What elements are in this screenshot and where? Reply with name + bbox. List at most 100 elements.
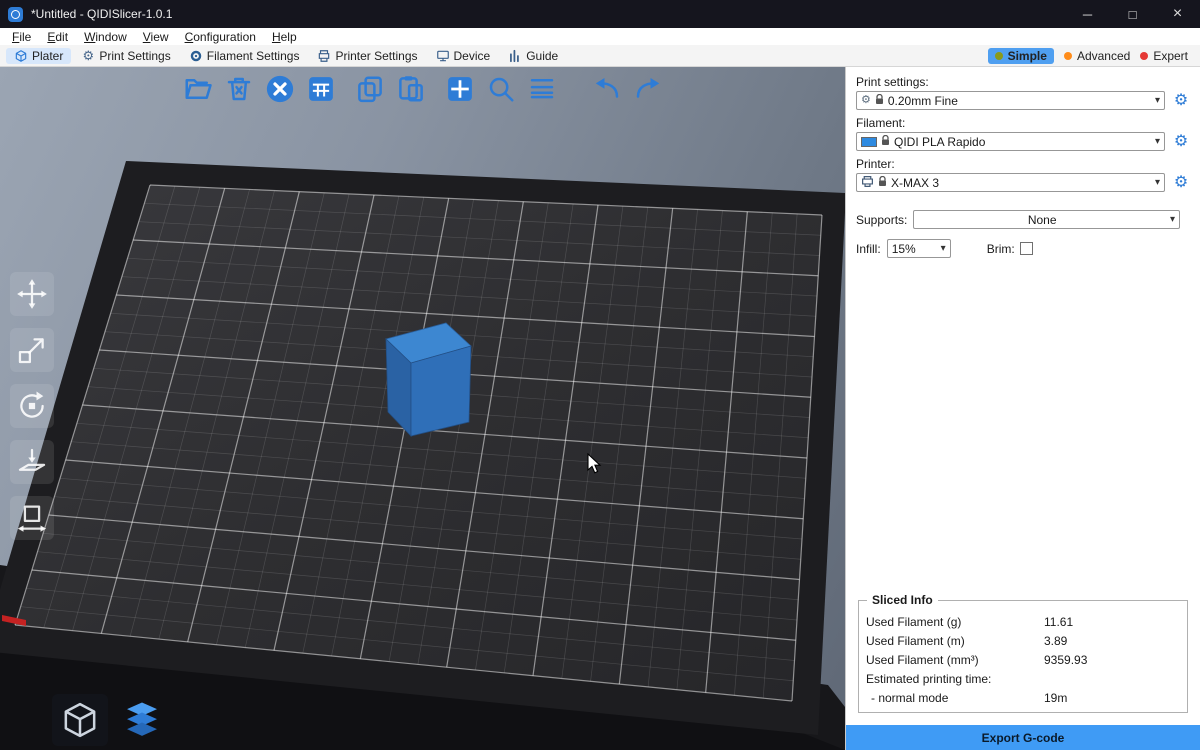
redo-button[interactable] xyxy=(632,73,664,105)
minimize-button[interactable]: ─ xyxy=(1065,0,1110,28)
tab-plater[interactable]: Plater xyxy=(6,48,71,64)
advanced-dot-icon xyxy=(1064,52,1072,60)
sliced-row: Used Filament (g) 11.61 xyxy=(866,612,1180,631)
menu-bar: File Edit Window View Configuration Help xyxy=(0,28,1200,45)
sliced-info-title: Sliced Info xyxy=(867,593,938,607)
scale-tool[interactable] xyxy=(10,328,54,372)
tab-print-settings[interactable]: ⚙ Print Settings xyxy=(73,48,178,64)
arrange-button[interactable] xyxy=(305,73,337,105)
search-button[interactable] xyxy=(485,73,517,105)
build-plate[interactable] xyxy=(0,67,845,750)
view-toggles xyxy=(52,694,170,746)
paste-button[interactable] xyxy=(395,73,427,105)
menu-window[interactable]: Window xyxy=(76,30,135,44)
plater-icon xyxy=(14,49,28,63)
chevron-down-icon: ▾ xyxy=(1170,214,1175,225)
mode-advanced-label: Advanced xyxy=(1077,49,1130,63)
printer-gear-button[interactable]: ⚙ xyxy=(1172,175,1190,191)
delete-all-button[interactable] xyxy=(264,73,296,105)
tab-device[interactable]: Device xyxy=(428,48,499,64)
undo-button[interactable] xyxy=(591,73,623,105)
print-settings-select[interactable]: ⚙ 0.20mm Fine ▾ xyxy=(856,91,1165,110)
3d-viewport[interactable] xyxy=(0,67,845,750)
guide-icon xyxy=(508,49,522,63)
sliced-row: Used Filament (m) 3.89 xyxy=(866,631,1180,650)
editor-view-toggle[interactable] xyxy=(52,694,108,746)
menu-edit[interactable]: Edit xyxy=(39,30,76,44)
printer-icon xyxy=(317,49,331,63)
expert-dot-icon xyxy=(1140,52,1148,60)
sliced-row: Used Filament (mm³) 9359.93 xyxy=(866,650,1180,669)
menu-view[interactable]: View xyxy=(135,30,177,44)
printer-select[interactable]: X-MAX 3 ▾ xyxy=(856,173,1165,192)
used-filament-mm3-label: Used Filament (mm³) xyxy=(866,653,1044,667)
app-logo-icon xyxy=(8,7,23,22)
tab-printer-settings[interactable]: Printer Settings xyxy=(309,48,425,64)
infill-select[interactable]: 15% ▾ xyxy=(887,239,951,258)
place-on-face-tool[interactable] xyxy=(10,440,54,484)
rotate-tool[interactable] xyxy=(10,384,54,428)
mode-expert[interactable]: Expert xyxy=(1140,49,1188,63)
tab-plater-label: Plater xyxy=(32,49,63,63)
used-filament-m-value: 3.89 xyxy=(1044,634,1067,648)
close-button[interactable]: × xyxy=(1155,0,1200,28)
window-title: *Untitled - QIDISlicer-1.0.1 xyxy=(31,7,172,21)
gizmo-toolbar xyxy=(10,272,54,540)
sliced-info-box: Sliced Info Used Filament (g) 11.61 Used… xyxy=(858,600,1188,713)
filament-value: QIDI PLA Rapido xyxy=(894,135,1151,149)
mouse-cursor xyxy=(587,453,603,475)
print-settings-icon: ⚙ xyxy=(81,49,95,63)
delete-button[interactable] xyxy=(223,73,255,105)
preset-gear-icon: ⚙ xyxy=(861,95,871,106)
lock-icon xyxy=(881,135,890,149)
tab-guide[interactable]: Guide xyxy=(500,48,566,64)
infill-value: 15% xyxy=(892,242,937,256)
print-settings-gear-button[interactable]: ⚙ xyxy=(1172,93,1190,109)
printer-label: Printer: xyxy=(856,157,1190,171)
sliced-row: - normal mode 19m xyxy=(866,688,1180,707)
menu-help[interactable]: Help xyxy=(264,30,305,44)
preview-view-toggle[interactable] xyxy=(114,694,170,746)
split-button[interactable] xyxy=(444,73,476,105)
title-bar: *Untitled - QIDISlicer-1.0.1 ─ □ × xyxy=(0,0,1200,28)
mode-expert-label: Expert xyxy=(1153,49,1188,63)
filament-select[interactable]: QIDI PLA Rapido ▾ xyxy=(856,132,1165,151)
filament-gear-button[interactable]: ⚙ xyxy=(1172,134,1190,150)
filament-label: Filament: xyxy=(856,116,1190,130)
brim-checkbox[interactable] xyxy=(1020,242,1033,255)
chevron-down-icon: ▾ xyxy=(1155,136,1160,147)
device-icon xyxy=(436,49,450,63)
chevron-down-icon: ▾ xyxy=(941,243,946,254)
lock-icon xyxy=(878,176,887,190)
viewport-toolbar xyxy=(182,73,664,105)
maximize-button[interactable]: □ xyxy=(1110,0,1155,28)
menu-file[interactable]: File xyxy=(4,30,39,44)
simple-dot-icon xyxy=(995,52,1003,60)
tab-print-settings-label: Print Settings xyxy=(99,49,170,63)
mode-advanced[interactable]: Advanced xyxy=(1064,49,1130,63)
menu-configuration[interactable]: Configuration xyxy=(177,30,264,44)
print-settings-label: Print settings: xyxy=(856,75,1190,89)
tab-guide-label: Guide xyxy=(526,49,558,63)
infill-label: Infill: xyxy=(856,242,881,256)
open-file-button[interactable] xyxy=(182,73,214,105)
used-filament-g-value: 11.61 xyxy=(1044,615,1073,629)
tab-bar: Plater ⚙ Print Settings Filament Setting… xyxy=(0,45,1200,67)
mode-simple-label: Simple xyxy=(1008,49,1047,63)
variable-layer-height-button[interactable] xyxy=(526,73,558,105)
used-filament-g-label: Used Filament (g) xyxy=(866,615,1044,629)
measure-tool[interactable] xyxy=(10,496,54,540)
settings-panel: Print settings: ⚙ 0.20mm Fine ▾ ⚙ Filame… xyxy=(845,67,1200,750)
print-settings-value: 0.20mm Fine xyxy=(888,94,1151,108)
export-gcode-button[interactable]: Export G-code xyxy=(846,725,1200,750)
printer-small-icon xyxy=(861,175,874,191)
mode-switcher: Simple Advanced Expert xyxy=(988,48,1194,64)
supports-select[interactable]: None ▾ xyxy=(913,210,1180,229)
mode-simple[interactable]: Simple xyxy=(988,48,1054,64)
tab-filament-settings[interactable]: Filament Settings xyxy=(181,48,308,64)
sliced-row: Estimated printing time: xyxy=(866,669,1180,688)
tab-device-label: Device xyxy=(454,49,491,63)
used-filament-m-label: Used Filament (m) xyxy=(866,634,1044,648)
move-tool[interactable] xyxy=(10,272,54,316)
copy-button[interactable] xyxy=(354,73,386,105)
